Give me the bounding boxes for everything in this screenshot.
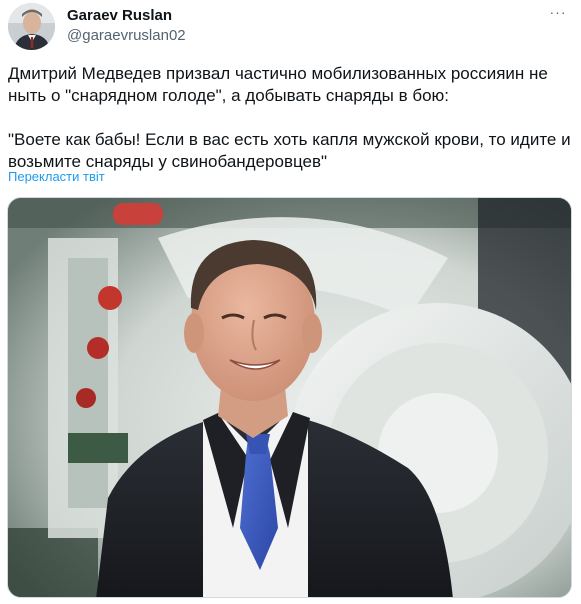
avatar-image — [8, 3, 55, 50]
author-handle[interactable]: @garaevruslan02 — [67, 26, 186, 46]
tweet-text: Дмитрий Медведев призвал частично мобили… — [8, 63, 574, 173]
author-names: Garaev Ruslan @garaevruslan02 — [67, 7, 186, 46]
tweet-card: Garaev Ruslan @garaevruslan02 ··· Дмитри… — [0, 0, 581, 604]
avatar[interactable] — [8, 3, 55, 50]
more-dots-icon[interactable]: ··· — [547, 5, 569, 23]
tweet-header: Garaev Ruslan @garaevruslan02 ··· — [8, 3, 573, 51]
tweet-media-photo[interactable] — [7, 197, 572, 598]
photo-image — [8, 198, 571, 597]
translate-tweet-link[interactable]: Перекласти твіт — [8, 169, 105, 184]
tweet-paragraph-1: Дмитрий Медведев призвал частично мобили… — [8, 64, 548, 105]
author-display-name[interactable]: Garaev Ruslan — [67, 7, 186, 25]
tweet-paragraph-2: "Воете как бабы! Если в вас есть хоть ка… — [8, 130, 571, 171]
